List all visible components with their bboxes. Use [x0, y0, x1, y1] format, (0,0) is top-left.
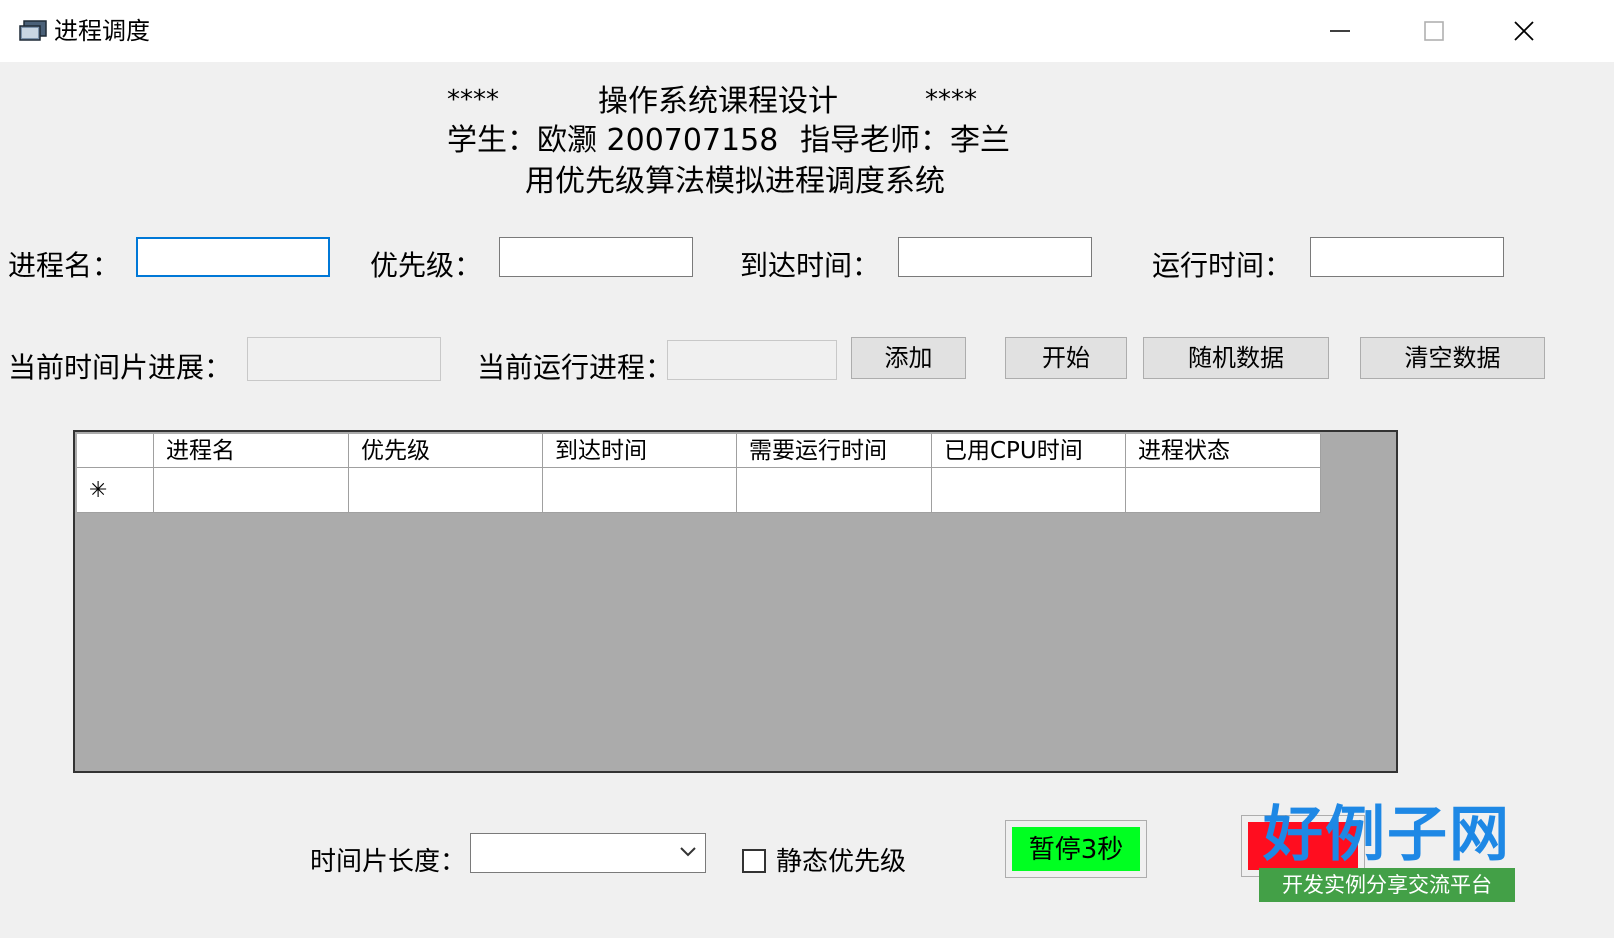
watermark-tagline: 开发实例分享交流平台 [1259, 868, 1515, 902]
process-name-input[interactable] [138, 239, 328, 275]
grid-cell[interactable] [1126, 468, 1321, 513]
start-button[interactable]: 开始 [1005, 337, 1127, 379]
process-name-label: 进程名： [8, 249, 121, 282]
teacher-info: 指导老师：李兰 [800, 123, 1010, 158]
window-title: 进程调度 [54, 17, 150, 45]
grid-cell[interactable] [932, 468, 1126, 513]
run-time-field[interactable] [1310, 237, 1504, 277]
priority-input[interactable] [500, 238, 692, 276]
app-window-icon[interactable] [18, 18, 48, 44]
chevron-down-icon[interactable] [679, 846, 697, 858]
run-time-input[interactable] [1311, 238, 1503, 276]
current-process-label: 当前运行进程： [477, 351, 674, 384]
arrival-time-label: 到达时间： [740, 249, 881, 282]
column-header-cpu-time[interactable]: 已用CPU时间 [932, 434, 1126, 468]
pause-3s-label: 暂停3秒 [1012, 827, 1140, 871]
column-header-priority[interactable]: 优先级 [349, 434, 543, 468]
slice-length-select[interactable] [470, 833, 706, 873]
process-grid[interactable]: 进程名 优先级 到达时间 需要运行时间 已用CPU时间 进程状态 ✳ [73, 430, 1398, 773]
course-title: 操作系统课程设计 [598, 84, 838, 119]
slice-progress-label: 当前时间片进展： [8, 351, 233, 384]
maximize-button[interactable] [1404, 10, 1464, 52]
maximize-icon [1424, 21, 1444, 41]
student-info: 学生：欧灏 200707158 [447, 123, 779, 158]
grid-header: 进程名 优先级 到达时间 需要运行时间 已用CPU时间 进程状态 [77, 434, 1321, 468]
watermark-brand: 好例子网 [1263, 800, 1511, 870]
header-stars-right: **** [925, 85, 977, 115]
minimize-button[interactable] [1310, 10, 1370, 52]
current-process-field [667, 340, 837, 380]
grid-cell[interactable] [154, 468, 349, 513]
current-process-input [668, 341, 836, 379]
column-header-arrival-time[interactable]: 到达时间 [543, 434, 737, 468]
close-button[interactable] [1494, 10, 1554, 52]
title-bar: 进程调度 [0, 0, 1614, 62]
static-priority-label[interactable]: 静态优先级 [776, 844, 906, 880]
slice-progress-field [247, 337, 441, 381]
static-priority-checkbox[interactable] [742, 849, 766, 873]
process-name-field[interactable] [136, 237, 330, 277]
column-header-process-name[interactable]: 进程名 [154, 434, 349, 468]
watermark-logo: 好例子网 开发实例分享交流平台 [1257, 800, 1517, 906]
new-row-marker: ✳ [77, 468, 154, 513]
arrival-time-field[interactable] [898, 237, 1092, 277]
close-icon [1514, 21, 1534, 41]
system-subtitle: 用优先级算法模拟进程调度系统 [525, 164, 945, 199]
column-header-process-state[interactable]: 进程状态 [1126, 434, 1321, 468]
slice-length-label: 时间片长度： [310, 847, 467, 877]
pause-3s-button[interactable]: 暂停3秒 [1005, 820, 1147, 878]
grid-cell[interactable] [543, 468, 737, 513]
run-time-label: 运行时间： [1152, 249, 1293, 282]
add-button[interactable]: 添加 [851, 337, 966, 379]
arrival-time-input[interactable] [899, 238, 1091, 276]
random-data-button[interactable]: 随机数据 [1143, 337, 1329, 379]
grid-cell[interactable] [737, 468, 932, 513]
grid-corner-header[interactable] [77, 434, 154, 468]
header-stars-left: **** [447, 85, 499, 115]
slice-progress-input [248, 338, 440, 380]
minimize-icon [1330, 30, 1350, 32]
grid-cell[interactable] [349, 468, 543, 513]
priority-field[interactable] [499, 237, 693, 277]
priority-label: 优先级： [370, 249, 483, 282]
clear-data-button[interactable]: 清空数据 [1360, 337, 1545, 379]
column-header-required-time[interactable]: 需要运行时间 [737, 434, 932, 468]
new-row[interactable]: ✳ [77, 468, 1321, 513]
